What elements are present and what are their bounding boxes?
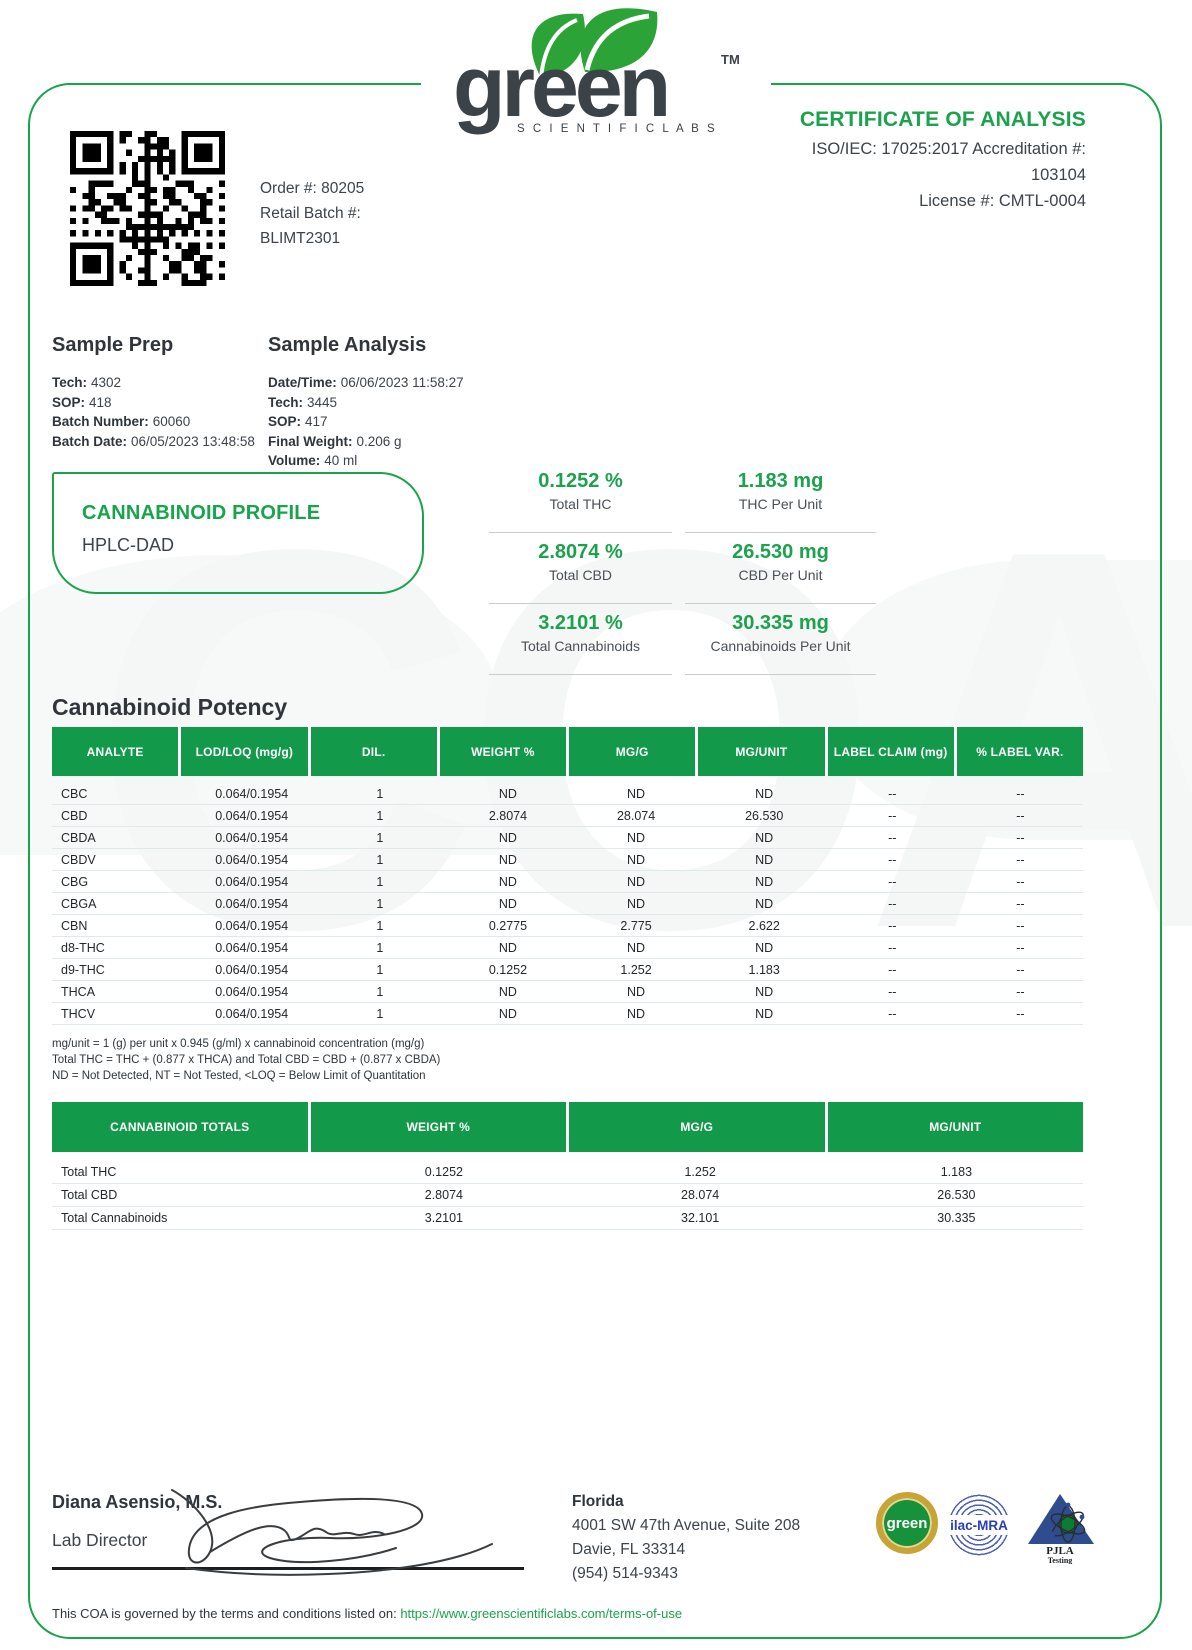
table-row: CBGA 0.064/0.1954 1 ND ND ND -- -- [52,893,1083,915]
potency-footnotes: mg/unit = 1 (g) per unit x 0.945 (g/ml) … [52,1036,440,1084]
potency-body: CBC 0.064/0.1954 1 ND ND ND -- -- CBD 0.… [52,783,1083,1025]
lab-address: Florida 4001 SW 47th Avenue, Suite 208 D… [572,1490,800,1586]
summary-label: CBD Per Unit [685,567,876,583]
detail-field: Date/Time:06/06/2023 11:58:27 [268,373,498,393]
totals-header-row: CANNABINOID TOTALS WEIGHT % MG/G MG/UNIT [52,1102,1083,1152]
green-seal-icon: green [876,1492,938,1554]
summary-label: Total THC [489,496,672,512]
retail-batch-label: Retail Batch #: [260,201,364,226]
table-row: d9-THC 0.064/0.1954 1 0.1252 1.252 1.183… [52,959,1083,981]
logo-tm: TM [721,52,740,67]
table-row: CBDA 0.064/0.1954 1 ND ND ND -- -- [52,827,1083,849]
detail-field: SOP:417 [268,412,498,432]
column-header: MG/UNIT [828,1102,1084,1152]
column-header: LABEL CLAIM (mg) [828,727,957,776]
footnote-line: mg/unit = 1 (g) per unit x 0.945 (g/ml) … [52,1036,440,1052]
pjla-icon: PJLA Testing [1022,1492,1098,1564]
order-info: Order #: 80205 Retail Batch #: BLIMT2301 [260,176,364,251]
terms-link[interactable]: https://www.greenscientificlabs.com/term… [400,1606,682,1621]
summary-stat: 0.1252 % Total THC [489,462,672,533]
certificate-header: CERTIFICATE OF ANALYSIS ISO/IEC: 17025:2… [566,108,1086,214]
summary-label: Cannabinoids Per Unit [685,638,876,654]
summary-label: Total Cannabinoids [489,638,672,654]
svg-text:Testing: Testing [1048,1556,1073,1564]
potency-header-row: ANALYTE LOD/LOQ (mg/g) DIL. WEIGHT % MG/… [52,727,1083,776]
column-header: ANALYTE [52,727,181,776]
sample-prep-section: Sample Prep Tech:4302 SOP:418 Batch Numb… [52,334,262,451]
column-header: MG/UNIT [698,727,827,776]
summary-stats: 0.1252 % Total THC 1.183 mg THC Per Unit… [489,462,876,675]
detail-field: Batch Date:06/05/2023 13:48:58 [52,432,262,452]
column-header: LOD/LOQ (mg/g) [181,727,310,776]
footnote-line: ND = Not Detected, NT = Not Tested, <LOQ… [52,1068,440,1084]
table-row: Total Cannabinoids 3.2101 32.101 30.335 [52,1207,1083,1230]
table-row: CBC 0.064/0.1954 1 ND ND ND -- -- [52,783,1083,805]
detail-field: Final Weight:0.206 g [268,432,498,452]
summary-stat: 2.8074 % Total CBD [489,533,672,604]
table-row: CBDV 0.064/0.1954 1 ND ND ND -- -- [52,849,1083,871]
summary-value: 26.530 mg [685,541,876,564]
detail-field: Tech:3445 [268,393,498,413]
column-header: WEIGHT % [440,727,569,776]
footnote-line: Total THC = THC + (0.877 x THCA) and Tot… [52,1052,440,1068]
totals-table: CANNABINOID TOTALS WEIGHT % MG/G MG/UNIT… [52,1102,1083,1230]
column-header: CANNABINOID TOTALS [52,1102,311,1152]
summary-stat: 1.183 mg THC Per Unit [685,462,876,533]
summary-value: 1.183 mg [685,470,876,493]
summary-value: 0.1252 % [489,470,672,493]
sample-prep-fields: Tech:4302 SOP:418 Batch Number:60060 Bat… [52,373,262,451]
certificate-title: CERTIFICATE OF ANALYSIS [566,108,1086,132]
sample-prep-heading: Sample Prep [52,334,262,357]
summary-value: 30.335 mg [685,612,876,635]
detail-field: Batch Number:60060 [52,412,262,432]
profile-title: CANNABINOID PROFILE [82,502,422,525]
sample-analysis-section: Sample Analysis Date/Time:06/06/2023 11:… [268,334,498,471]
license-number: License #: CMTL-0004 [566,188,1086,214]
summary-stat: 30.335 mg Cannabinoids Per Unit [685,604,876,675]
address-state: Florida [572,1493,624,1510]
order-number: Order #: 80205 [260,176,364,201]
profile-method: HPLC-DAD [82,535,422,556]
potency-heading: Cannabinoid Potency [52,694,287,721]
summary-value: 3.2101 % [489,612,672,635]
summary-value: 2.8074 % [489,541,672,564]
summary-label: THC Per Unit [685,496,876,512]
detail-field: Tech:4302 [52,373,262,393]
table-row: Total CBD 2.8074 28.074 26.530 [52,1184,1083,1207]
table-row: THCA 0.064/0.1954 1 ND ND ND -- -- [52,981,1083,1003]
table-row: d8-THC 0.064/0.1954 1 ND ND ND -- -- [52,937,1083,959]
ilac-mra-icon: ilac-MRA [946,1492,1012,1558]
column-header: WEIGHT % [311,1102,570,1152]
sample-analysis-fields: Date/Time:06/06/2023 11:58:27 Tech:3445 … [268,373,498,471]
accreditation-line: ISO/IEC: 17025:2017 Accreditation #: [566,136,1086,162]
signature-icon [150,1472,530,1577]
detail-field: SOP:418 [52,393,262,413]
column-header: % LABEL VAR. [957,727,1083,776]
summary-stat: 3.2101 % Total Cannabinoids [489,604,672,675]
accreditation-number: 103104 [566,162,1086,188]
detail-field: Volume:40 ml [268,451,498,471]
lab-director-title: Lab Director [52,1530,147,1551]
sample-analysis-heading: Sample Analysis [268,334,498,357]
table-row: CBD 0.064/0.1954 1 2.8074 28.074 26.530 … [52,805,1083,827]
table-row: CBN 0.064/0.1954 1 0.2775 2.775 2.622 --… [52,915,1083,937]
table-row: CBG 0.064/0.1954 1 ND ND ND -- -- [52,871,1083,893]
summary-stat: 26.530 mg CBD Per Unit [685,533,876,604]
column-header: MG/G [569,727,698,776]
column-header: MG/G [569,1102,828,1152]
summary-label: Total CBD [489,567,672,583]
retail-batch-value: BLIMT2301 [260,226,364,251]
table-row: Total THC 0.1252 1.252 1.183 [52,1161,1083,1184]
accreditation-badges: green ilac-MRA PJLA Testing [876,1492,1098,1564]
address-line1: 4001 SW 47th Avenue, Suite 208 [572,1514,800,1538]
qr-code [70,131,225,286]
totals-body: Total THC 0.1252 1.252 1.183 Total CBD 2… [52,1161,1083,1230]
cannabinoid-profile-box: CANNABINOID PROFILE HPLC-DAD [52,472,424,594]
terms-note: This COA is governed by the terms and co… [52,1606,682,1621]
table-row: THCV 0.064/0.1954 1 ND ND ND -- -- [52,1003,1083,1025]
address-phone: (954) 514-9343 [572,1562,800,1586]
address-line2: Davie, FL 33314 [572,1538,800,1562]
column-header: DIL. [311,727,440,776]
potency-table: ANALYTE LOD/LOQ (mg/g) DIL. WEIGHT % MG/… [52,727,1083,1025]
